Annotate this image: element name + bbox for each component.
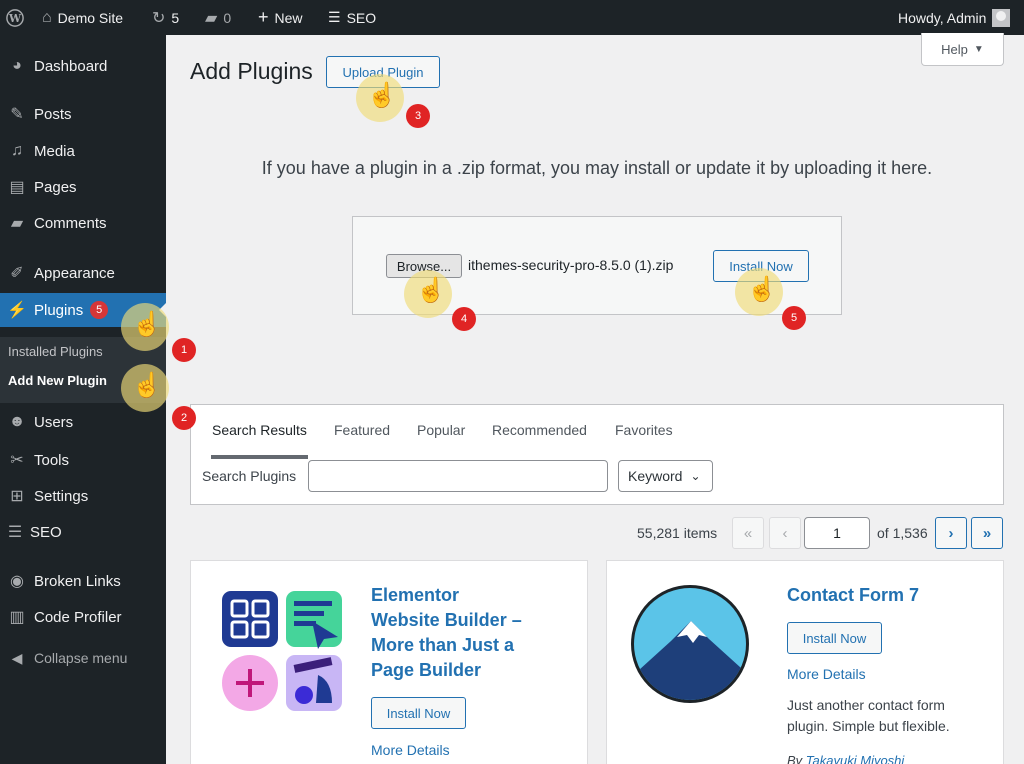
wrench-icon: ✂	[10, 452, 24, 469]
items-count: 55,281 items	[637, 525, 718, 541]
step-marker-5: 5	[782, 306, 806, 330]
selected-file-name: ithemes-security-pro-8.5.0 (1).zip	[468, 257, 674, 273]
link-icon: ◉	[10, 573, 24, 590]
active-tab-indicator	[211, 455, 308, 459]
plugin-card-elementor: Elementor Website Builder – More than Ju…	[190, 560, 588, 764]
contact-form-7-more-details-link[interactable]: More Details	[787, 666, 866, 682]
sidebar-item-appearance[interactable]: ✐ Appearance	[0, 256, 166, 290]
sidebar-item-seo[interactable]: ☰ SEO	[0, 515, 166, 549]
collapse-arrow-icon: ◀	[11, 649, 23, 666]
plug-icon: ⚡	[7, 302, 27, 319]
pointer-hand-icon: ☝	[132, 372, 162, 399]
last-page-button[interactable]: »	[971, 517, 1003, 549]
first-page-button[interactable]: «	[732, 517, 764, 549]
comment-icon: ▰	[10, 215, 24, 232]
search-type-select[interactable]: Keyword ⌄	[618, 460, 713, 492]
dashboard-icon: ◕	[12, 57, 22, 74]
step-marker-2: 2	[172, 406, 196, 430]
sidebar-item-posts[interactable]: ✎ Posts	[0, 97, 166, 131]
sidebar-item-settings[interactable]: ⊞ Settings	[0, 479, 166, 513]
account-menu[interactable]: Howdy, Admin	[898, 0, 1011, 35]
comment-bubble-icon: ▰	[205, 9, 218, 27]
page-title: Add Plugins	[190, 58, 313, 84]
pointer-hand-icon: ☝	[132, 311, 162, 338]
user-icon: ☻	[8, 413, 26, 430]
contact-form-7-plugin-icon	[629, 583, 751, 710]
elementor-install-now-button[interactable]: Install Now	[371, 697, 466, 729]
elementor-card-title[interactable]: Elementor Website Builder – More than Ju…	[371, 583, 522, 683]
contact-form-7-card-title[interactable]: Contact Form 7	[787, 583, 919, 608]
plugin-card-contact-form-7: Contact Form 7 Install Now More Details …	[606, 560, 1004, 764]
step-marker-4: 4	[452, 307, 476, 331]
sidebar-item-tools[interactable]: ✂ Tools	[0, 443, 166, 477]
new-content-link[interactable]: + New	[258, 0, 303, 35]
comments-link[interactable]: ▰ 0	[205, 0, 231, 35]
sidebar-item-pages[interactable]: ▤ Pages	[0, 170, 166, 204]
elementor-plugin-icon	[220, 589, 344, 718]
tab-popular[interactable]: Popular	[417, 422, 465, 438]
seo-icon: ☰	[7, 524, 23, 541]
current-page-input[interactable]: 1	[804, 517, 870, 549]
caret-down-icon: ▼	[973, 43, 984, 55]
help-tab-button[interactable]: Help ▼	[921, 33, 1004, 66]
sidebar-item-media[interactable]: ♫ Media	[0, 134, 166, 168]
next-page-button[interactable]: ›	[935, 517, 967, 549]
site-name-link[interactable]: ⌂ Demo Site	[42, 0, 123, 35]
sidebar-item-broken-links[interactable]: ◉ Broken Links	[0, 564, 166, 598]
avatar	[992, 8, 1011, 27]
pointer-hand-icon: ☝	[747, 276, 777, 303]
search-plugins-label: Search Plugins	[202, 468, 297, 484]
collapse-menu-button[interactable]: ◀ Collapse menu	[0, 643, 166, 673]
sidebar-item-dashboard[interactable]: ◕ Dashboard	[0, 49, 166, 83]
step-marker-1: 1	[172, 338, 196, 362]
tab-recommended[interactable]: Recommended	[492, 422, 587, 438]
settings-icon: ⊞	[10, 488, 24, 505]
author-link[interactable]: Takayuki Miyoshi	[806, 753, 905, 764]
media-icon: ♫	[11, 142, 23, 159]
admin-bar: W ⌂ Demo Site ↻ 5 ▰ 0 + New ☰ SEO Howdy,…	[0, 0, 1024, 35]
updates-link[interactable]: ↻ 5	[152, 0, 179, 35]
brush-icon: ✐	[10, 265, 24, 282]
home-icon: ⌂	[42, 8, 52, 26]
contact-form-7-author: By Takayuki Miyoshi	[787, 753, 904, 764]
plus-icon: +	[258, 7, 269, 27]
pointer-hand-icon: ☝	[416, 277, 446, 304]
step-marker-3: 3	[406, 104, 430, 128]
wordpress-logo-icon[interactable]: W	[6, 0, 24, 35]
svg-text:W: W	[8, 12, 22, 25]
chevron-down-icon: ⌄	[690, 469, 701, 483]
chart-icon: ▥	[9, 609, 25, 626]
updates-icon: ↻	[152, 9, 166, 27]
prev-page-button[interactable]: ‹	[769, 517, 801, 549]
sidebar-item-code-profiler[interactable]: ▥ Code Profiler	[0, 600, 166, 634]
seo-icon: ☰	[328, 9, 341, 25]
tab-featured[interactable]: Featured	[334, 422, 390, 438]
seo-menu-link[interactable]: ☰ SEO	[328, 0, 376, 35]
sidebar-item-comments[interactable]: ▰ Comments	[0, 206, 166, 240]
submenu-add-new-plugin[interactable]: Add New Plugin	[8, 373, 107, 388]
pointer-hand-icon: ☝	[367, 82, 397, 109]
elementor-more-details-link[interactable]: More Details	[371, 742, 450, 758]
tab-search-results[interactable]: Search Results	[212, 422, 307, 438]
plugins-update-badge: 5	[90, 301, 109, 319]
pin-icon: ✎	[10, 106, 24, 123]
contact-form-7-install-now-button[interactable]: Install Now	[787, 622, 882, 654]
tab-favorites[interactable]: Favorites	[615, 422, 673, 438]
upload-instructions: If you have a plugin in a .zip format, y…	[261, 158, 933, 178]
submenu-installed-plugins[interactable]: Installed Plugins	[8, 344, 103, 359]
contact-form-7-description: Just another contact form plugin. Simple…	[787, 697, 950, 734]
search-plugins-input[interactable]	[308, 460, 608, 492]
pages-icon: ▤	[9, 179, 25, 196]
total-pages-label: of 1,536	[877, 525, 928, 541]
